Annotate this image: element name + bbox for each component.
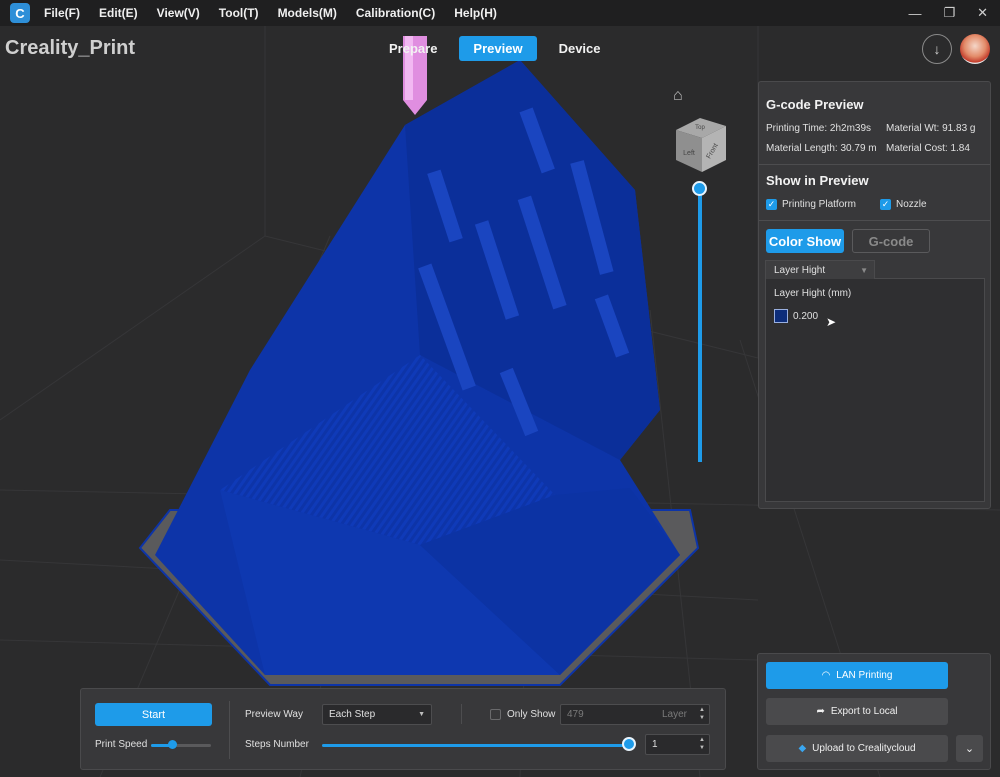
- divider: [229, 701, 230, 759]
- window-controls: — ❐ ✕: [908, 0, 988, 26]
- cube-face-left: Left: [683, 150, 695, 157]
- nozzle-checkbox[interactable]: ✓ Nozzle: [880, 199, 927, 210]
- only-show-label: Only Show: [507, 709, 556, 720]
- color-mode-select[interactable]: Layer Hight ▼: [765, 260, 875, 279]
- export-local-label: Export to Local: [830, 706, 898, 717]
- layer-unit: Layer: [661, 709, 687, 720]
- only-show-checkbox[interactable]: [490, 709, 501, 720]
- menu: File(F) Edit(E) View(V) Tool(T) Models(M…: [44, 6, 516, 20]
- tab-preview[interactable]: Preview: [459, 36, 537, 61]
- menu-bar: C File(F) Edit(E) View(V) Tool(T) Models…: [0, 0, 1000, 26]
- home-icon[interactable]: ⌂: [673, 87, 683, 105]
- divider: [759, 220, 990, 221]
- view-cube[interactable]: Left Front Top: [674, 114, 730, 174]
- export-local-button[interactable]: ➦ Export to Local: [766, 698, 948, 725]
- show-in-preview-title: Show in Preview: [766, 173, 869, 188]
- menu-tool[interactable]: Tool(T): [219, 6, 259, 20]
- layer-input[interactable]: 479 Layer ▲ ▼: [560, 704, 710, 725]
- printing-time: Printing Time: 2h2m39s: [766, 123, 872, 134]
- printing-platform-label: Printing Platform: [782, 199, 856, 210]
- download-icon[interactable]: ↓: [922, 34, 952, 64]
- material-cost: Material Cost: 1.84: [886, 143, 970, 154]
- lan-printing-label: LAN Printing: [836, 670, 893, 681]
- layer-value: 479: [567, 709, 584, 720]
- menu-help[interactable]: Help(H): [454, 6, 497, 20]
- checkbox-checked-icon: ✓: [880, 199, 891, 210]
- main-tabs: Prepare Preview Device: [375, 36, 615, 61]
- close-icon[interactable]: ✕: [977, 5, 988, 21]
- app-title: Creality_Print: [5, 37, 136, 59]
- wifi-icon: ◠: [821, 670, 831, 681]
- upload-cloud-button[interactable]: ◆ Upload to Crealitycloud: [766, 735, 948, 762]
- legend-box: Layer Hight (mm) 0.200 ➤: [765, 278, 985, 502]
- steps-number-label: Steps Number: [245, 739, 309, 750]
- chevron-down-icon[interactable]: ⌄: [956, 735, 983, 762]
- layer-slider[interactable]: [698, 188, 702, 462]
- restore-icon[interactable]: ❐: [943, 5, 955, 21]
- chevron-down-icon: ▼: [418, 711, 425, 718]
- gcode-preview-title: G-code Preview: [766, 97, 864, 112]
- legend-swatch: [774, 309, 788, 323]
- lan-printing-button[interactable]: ◠ LAN Printing: [766, 662, 948, 689]
- menu-calibration[interactable]: Calibration(C): [356, 6, 435, 20]
- color-show-button[interactable]: Color Show: [766, 229, 844, 253]
- spin-arrows-icon[interactable]: ▲ ▼: [699, 706, 705, 722]
- divider: [461, 704, 462, 724]
- tab-prepare[interactable]: Prepare: [375, 36, 451, 61]
- legend-value: 0.200: [793, 311, 819, 322]
- print-speed-label: Print Speed: [95, 739, 148, 750]
- menu-file[interactable]: File(F): [44, 6, 80, 20]
- share-arrow-icon: ➦: [816, 706, 825, 717]
- printing-platform-checkbox[interactable]: ✓ Printing Platform: [766, 199, 856, 210]
- gcode-button[interactable]: G-code: [852, 229, 930, 253]
- chevron-down-icon: ▼: [860, 265, 868, 275]
- nozzle-label: Nozzle: [896, 199, 927, 210]
- spin-arrows-icon[interactable]: ▲ ▼: [699, 736, 705, 752]
- color-mode-value: Layer Hight: [774, 264, 826, 276]
- layer-slider-handle[interactable]: [692, 181, 707, 196]
- preview-way-value: Each Step: [329, 709, 376, 720]
- cube-face-top: Top: [695, 125, 705, 131]
- divider: [759, 164, 990, 165]
- material-weight: Material Wt: 91.83 g: [886, 123, 976, 134]
- steps-value: 1: [652, 739, 658, 750]
- start-button[interactable]: Start: [95, 703, 212, 726]
- gcode-preview-panel: G-code Preview Printing Time: 2h2m39s Ma…: [758, 81, 991, 509]
- preview-controls: Start Print Speed Preview Way Each Step …: [80, 688, 726, 770]
- cube-icon: ◆: [798, 743, 807, 754]
- tab-device[interactable]: Device: [545, 36, 615, 61]
- preview-way-select[interactable]: Each Step ▼: [322, 704, 432, 725]
- checkbox-checked-icon: ✓: [766, 199, 777, 210]
- output-panel: ◠ LAN Printing ➦ Export to Local ◆ Uploa…: [757, 653, 991, 770]
- menu-models[interactable]: Models(M): [278, 6, 337, 20]
- app-logo-icon: C: [10, 3, 30, 23]
- avatar[interactable]: [960, 34, 990, 64]
- steps-slider[interactable]: [322, 744, 628, 747]
- print-speed-handle[interactable]: [168, 740, 177, 749]
- preview-way-label: Preview Way: [245, 709, 303, 720]
- menu-edit[interactable]: Edit(E): [99, 6, 138, 20]
- material-length: Material Length: 30.79 m: [766, 143, 877, 154]
- steps-slider-handle[interactable]: [622, 737, 636, 751]
- cursor-icon: ➤: [826, 315, 837, 329]
- steps-input[interactable]: 1 ▲ ▼: [645, 734, 710, 755]
- legend-title: Layer Hight (mm): [774, 288, 852, 299]
- minimize-icon[interactable]: —: [908, 6, 921, 21]
- upload-cloud-label: Upload to Crealitycloud: [812, 743, 916, 754]
- menu-view[interactable]: View(V): [157, 6, 200, 20]
